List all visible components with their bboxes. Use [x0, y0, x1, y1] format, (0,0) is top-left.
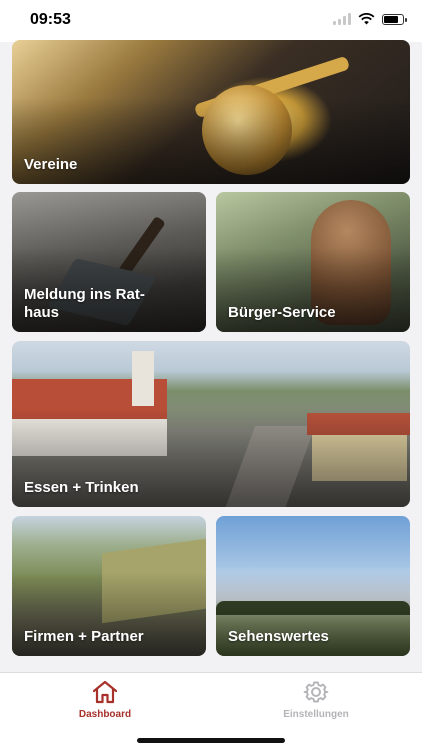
tile-buerger-service[interactable]: Bürger-Service: [216, 192, 410, 332]
battery-icon: [382, 13, 407, 25]
home-indicator: [137, 738, 285, 743]
wifi-icon: [358, 13, 375, 25]
signal-icon: [333, 13, 351, 25]
tile-vereine[interactable]: Vereine: [12, 40, 410, 184]
status-icons: [333, 13, 407, 25]
tab-dashboard-label: Dashboard: [78, 709, 132, 720]
tab-dashboard[interactable]: Dashboard: [40, 679, 170, 720]
tile-firmen-partner[interactable]: Firmen + Partner: [12, 516, 206, 656]
tile-label: Bürger-Service: [228, 304, 336, 321]
tile-label: Firmen + Partner: [24, 628, 144, 645]
tile-label: Vereine: [24, 156, 78, 173]
status-bar: 09:53: [0, 0, 422, 42]
home-icon: [92, 680, 118, 704]
tile-meldung-ins-rathaus[interactable]: Meldung ins Rat- haus: [12, 192, 206, 332]
tile-sehenswertes[interactable]: Sehenswertes: [216, 516, 410, 656]
gear-icon: [303, 681, 329, 703]
church-tower-shape: [132, 351, 154, 406]
tile-label: Sehenswertes: [228, 628, 329, 645]
tile-essen-trinken[interactable]: Essen + Trinken: [12, 341, 410, 507]
status-time: 09:53: [30, 11, 71, 28]
tile-label: Essen + Trinken: [24, 479, 139, 496]
tab-einstellungen-label: Einstellungen: [283, 709, 349, 720]
tab-einstellungen[interactable]: Einstellungen: [251, 679, 381, 720]
tile-label: Meldung ins Rat- haus: [24, 286, 145, 321]
